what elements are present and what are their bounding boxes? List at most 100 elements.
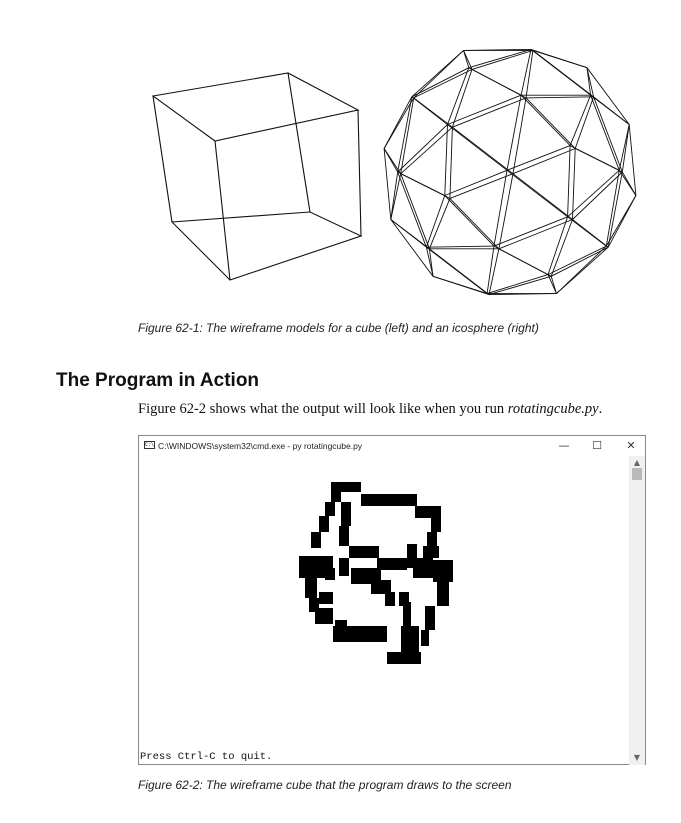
cube-block-char (315, 608, 333, 624)
icosphere-edge (471, 49, 534, 70)
figure-62-2-caption: Figure 62-2: The wireframe cube that the… (138, 778, 512, 792)
cube-block-char (339, 526, 349, 546)
section-heading: The Program in Action (56, 370, 260, 391)
icosphere-edge (506, 145, 571, 171)
icosphere-edge (400, 126, 453, 175)
cube-block-char (403, 558, 433, 568)
cube-block-char (325, 502, 335, 516)
icosphere-edge (506, 95, 522, 171)
console-output: Press Ctrl-C to quit. (140, 751, 273, 763)
body-text-suffix: . (598, 401, 603, 417)
vertical-scrollbar[interactable]: ▲ ▼ (629, 456, 645, 765)
cube-block-char (401, 626, 419, 652)
icosphere-edge (618, 124, 630, 171)
window-title: C:\WINDOWS\system32\cmd.exe - py rotatin… (158, 441, 363, 451)
icosphere-edge (512, 173, 573, 220)
icosphere-edge (425, 195, 446, 248)
icosphere-edge (447, 124, 508, 171)
cmd-window[interactable]: C:\ C:\WINDOWS\system32\cmd.exe - py rot… (138, 435, 646, 765)
cube-block-char (335, 620, 347, 626)
icosphere-edge (449, 173, 514, 199)
wireframe-icosphere (383, 48, 637, 296)
minimize-button[interactable]: — (553, 438, 575, 454)
cube-block-char (333, 626, 387, 642)
figure-62-1-caption: Figure 62-1: The wireframe models for a … (138, 321, 539, 335)
cmd-icon: C:\ (144, 441, 155, 449)
icosphere-edge (413, 97, 453, 128)
icosphere-edge (390, 173, 402, 220)
icosphere-edge (498, 173, 514, 249)
icosphere-edge (468, 48, 532, 69)
icosphere-edge (567, 169, 620, 218)
cube-block-char (407, 544, 417, 558)
icosphere-edge (493, 170, 508, 247)
cube-block-char (433, 560, 453, 582)
body-text-prefix: Figure 62-2 shows what the output will l… (138, 401, 508, 417)
cube-block-char (341, 502, 351, 526)
icosphere-edge (493, 216, 568, 247)
icosphere-edge (400, 173, 451, 199)
cube-block-char (431, 518, 441, 532)
cube-block-char (427, 532, 437, 546)
close-button[interactable]: ✕ (620, 438, 642, 454)
filename-reference: rotatingcube.py (507, 401, 599, 417)
icosphere-edge (428, 198, 451, 249)
scrollbar-thumb[interactable] (632, 468, 642, 480)
cube-block-char (415, 506, 441, 518)
icosphere-edge (463, 50, 473, 70)
cube-block-char (331, 492, 341, 502)
icosphere-edge (574, 96, 595, 149)
window-titlebar[interactable]: C:\ C:\WINDOWS\system32\cmd.exe - py rot… (139, 436, 645, 456)
icosphere-edge (532, 49, 588, 69)
icosphere-edge (486, 274, 549, 295)
cube-block-char (361, 494, 417, 506)
icosphere-edge (512, 97, 527, 174)
icosphere-edge (383, 148, 402, 174)
icosphere-edge (567, 216, 607, 247)
icosphere-edge (432, 275, 488, 295)
icosphere-edge (525, 97, 576, 149)
cube-block-char (413, 568, 435, 578)
cube-block-char (403, 602, 411, 628)
cube-block-char (319, 592, 333, 604)
icosphere-edge (444, 195, 495, 247)
icosphere-edge (572, 148, 576, 220)
cube-block-char (349, 546, 379, 558)
cube-block-char (377, 558, 407, 570)
icosphere-edge (449, 198, 500, 250)
icosphere-edge (525, 96, 594, 99)
icosphere-edge (444, 124, 448, 196)
icosphere-edge (426, 246, 488, 294)
console-area[interactable]: Press Ctrl-C to quit. (139, 456, 629, 765)
cube-block-char (331, 482, 361, 492)
ascii-cube-drawing (299, 482, 453, 664)
cube-block-char (319, 516, 329, 532)
icosphere-edge (607, 195, 637, 248)
icosphere-edge (621, 124, 630, 173)
icosphere-edge (390, 171, 399, 220)
icosphere-edge (426, 245, 495, 248)
cube-block-char (371, 580, 391, 594)
icosphere-edge (498, 248, 552, 277)
body-paragraph: Figure 62-2 shows what the output will l… (138, 401, 602, 418)
cube-block-char (311, 532, 321, 548)
cube-block-char (437, 582, 449, 606)
cube-block-char (421, 630, 429, 646)
icosphere-edge (471, 69, 527, 99)
icosphere-edge (512, 148, 576, 175)
cube-block-char (423, 546, 439, 558)
icosphere-edge (449, 127, 453, 199)
icosphere-edge (452, 126, 514, 175)
icosphere-edge (567, 145, 571, 217)
icosphere-edge (452, 97, 527, 128)
cube-block-char (325, 568, 335, 580)
icosphere-edge (520, 94, 571, 146)
icosphere-edge (488, 275, 552, 296)
cube-block-char (339, 558, 349, 576)
icosphere-edge (569, 95, 592, 146)
maximize-button[interactable]: ☐ (586, 438, 608, 454)
chevron-down-icon[interactable]: ▼ (629, 751, 645, 765)
cube-block-char (385, 592, 395, 606)
figure-62-1-illustration (151, 48, 637, 296)
icosphere-edge (444, 169, 508, 196)
